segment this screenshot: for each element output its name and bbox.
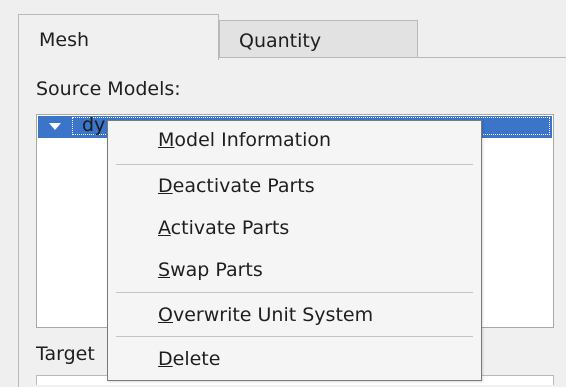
target-label: Target bbox=[36, 343, 95, 365]
menu-item-overwrite-unit-system[interactable]: Overwrite Unit System bbox=[158, 304, 373, 326]
tab-quantity[interactable]: Quantity bbox=[219, 20, 418, 58]
menu-item-label: verwrite Unit System bbox=[172, 304, 374, 326]
menu-item-mnemonic: D bbox=[158, 348, 173, 370]
menu-separator bbox=[116, 336, 473, 337]
menu-item-label: elete bbox=[172, 348, 221, 370]
context-menu: Model Information Deactivate Parts Activ… bbox=[107, 120, 482, 381]
menu-item-activate-parts[interactable]: Activate Parts bbox=[158, 217, 289, 239]
tab-quantity-label: Quantity bbox=[239, 30, 322, 52]
tab-mesh-label: Mesh bbox=[39, 29, 90, 51]
menu-item-label: eactivate Parts bbox=[172, 175, 315, 197]
menu-item-delete[interactable]: Delete bbox=[158, 348, 220, 370]
menu-item-label: wap Parts bbox=[170, 259, 263, 281]
menu-separator bbox=[116, 164, 473, 165]
tree-item-label: dy bbox=[82, 114, 106, 136]
source-models-label: Source Models: bbox=[36, 78, 181, 100]
tab-mesh[interactable]: Mesh bbox=[18, 14, 219, 60]
menu-item-mnemonic: A bbox=[158, 217, 171, 239]
menu-item-label: odel Information bbox=[174, 129, 332, 151]
menu-item-swap-parts[interactable]: Swap Parts bbox=[158, 259, 263, 281]
menu-item-label: ctivate Parts bbox=[170, 217, 290, 239]
triangle-down-icon[interactable] bbox=[49, 123, 61, 130]
menu-item-model-information[interactable]: Model Information bbox=[158, 129, 331, 151]
menu-item-mnemonic: O bbox=[158, 304, 173, 326]
menu-item-mnemonic: D bbox=[158, 175, 173, 197]
menu-item-deactivate-parts[interactable]: Deactivate Parts bbox=[158, 175, 315, 197]
menu-item-mnemonic: S bbox=[158, 259, 171, 281]
menu-separator bbox=[116, 292, 473, 293]
menu-item-mnemonic: M bbox=[158, 129, 175, 151]
